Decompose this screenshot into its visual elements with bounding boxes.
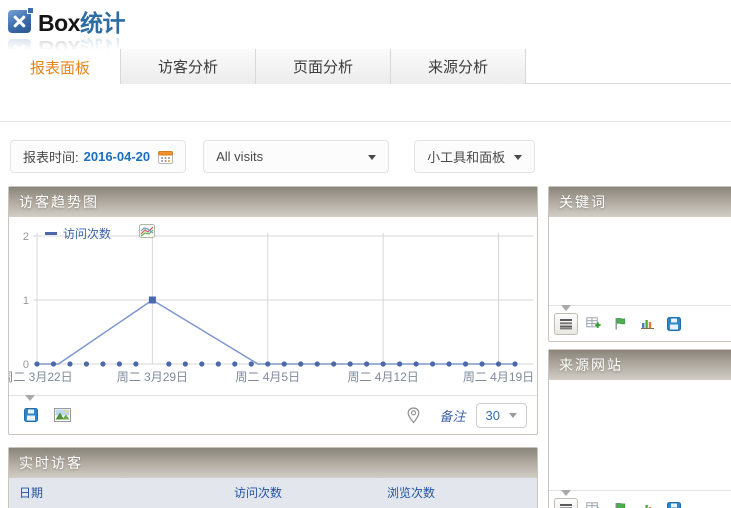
column-header-visits: 访问次数 [234,484,387,501]
tab-dashboard[interactable]: 报表面板 [0,49,120,85]
tab-visitors[interactable]: 访客分析 [120,49,255,84]
svg-text:周二 4月12日: 周二 4月12日 [347,370,418,384]
bar-chart-icon [640,502,655,508]
chevron-down-icon [368,155,376,164]
visitor-trend-svg[interactable]: 012周二 3月22日周二 3月29日周二 4月5日周二 4月12日周二 4月1… [9,217,537,395]
legend-line-swatch [45,232,57,235]
map-pin-icon [407,407,420,424]
widgets-and-dashboard-button[interactable]: 小工具和面板 [414,140,535,173]
svg-text:1: 1 [23,295,29,307]
svg-text:周二 3月22日: 周二 3月22日 [9,370,73,384]
widget-keywords: 关键词 [548,186,731,342]
dashboard-grid: 访客趋势图 访问次数 [0,186,731,508]
widgets-button-label: 小工具和面板 [427,147,505,166]
date-value: 2016-04-20 [84,149,151,164]
keywords-body [549,217,731,305]
collapse-triangle-icon[interactable] [561,305,571,316]
referrers-body [549,380,731,490]
column-header-pageviews: 浏览次数 [387,484,435,501]
date-label: 报表时间: [23,147,79,166]
collapse-triangle-icon[interactable] [561,490,571,501]
chart-legend: 访问次数 [45,224,156,242]
view-bar-chart-button[interactable] [635,313,659,335]
floppy-disk-icon [24,408,38,422]
export-data-button[interactable] [662,498,686,508]
segment-value: All visits [216,149,263,164]
annotations-label[interactable]: 备注 [440,406,466,425]
svg-text:周二 4月5日: 周二 4月5日 [235,370,300,384]
referrers-header[interactable]: 来源网站 [549,350,731,380]
rows-limit-select[interactable]: 30 [476,403,527,428]
tab-referrers[interactable]: 来源分析 [390,49,526,84]
sub-header-band [0,84,731,122]
rows-limit-value: 30 [486,408,500,423]
realtime-header[interactable]: 实时访客 [9,448,537,478]
svg-text:2: 2 [23,231,29,243]
referrers-footer [549,490,731,508]
dashboard-column-left: 访客趋势图 访问次数 [8,186,538,508]
list-icon [559,318,573,330]
app-title: Box统计 [38,4,125,38]
export-image-button[interactable] [50,404,74,426]
annotations-button[interactable] [402,404,426,426]
floppy-disk-icon [667,317,681,331]
view-all-columns-button[interactable] [581,498,605,508]
logo-corner-square [27,7,34,14]
collapse-triangle-icon[interactable] [25,395,35,406]
export-data-button[interactable] [19,404,43,426]
flag-icon [614,317,627,330]
main-nav-tabs: 报表面板 访客分析 页面分析 来源分析 [0,49,731,84]
app-logo[interactable]: Box统计 [8,6,731,36]
goals-button[interactable] [608,498,632,508]
widget-visitor-trend: 访客趋势图 访问次数 [8,186,538,435]
dashboard-column-right: 关键词 [548,186,731,508]
table-add-icon [586,502,601,508]
logo-reflection: Box统计 [8,36,731,49]
legend-series-label: 访问次数 [63,225,111,242]
logo-chart-x-icon [8,10,31,33]
calendar-icon [158,150,173,164]
goals-button[interactable] [608,313,632,335]
widget-realtime-visitors: 实时访客 日期 访问次数 浏览次数 [8,447,538,508]
column-header-date: 日期 [19,484,234,501]
realtime-table-header: 日期 访问次数 浏览次数 [9,478,537,508]
visitor-trend-footer: 备注 30 [9,395,537,434]
dashboard-page: Box统计 Box统计 报表面板 访客分析 页面分析 来源分析 报表时间: 20… [0,0,731,508]
view-all-columns-button[interactable] [581,313,605,335]
list-icon [559,503,573,508]
bar-chart-icon [640,317,655,330]
svg-text:周二 4月19日: 周二 4月19日 [463,370,534,384]
visitor-trend-body: 访问次数 012周二 3月22日周二 3月29日周二 4月5日周二 4月12日周… [9,217,537,395]
chevron-down-icon [514,155,522,164]
visitor-trend-header[interactable]: 访客趋势图 [9,187,537,217]
chevron-down-icon [509,413,517,422]
table-add-icon [586,317,601,330]
image-icon [54,408,71,422]
segment-selector[interactable]: All visits [203,140,389,173]
floppy-disk-icon [667,502,681,508]
app-header: Box统计 Box统计 [0,0,731,49]
keywords-footer [549,305,731,341]
widget-referrer-websites: 来源网站 [548,349,731,508]
date-range-button[interactable]: 报表时间: 2016-04-20 [10,140,186,173]
flag-icon [614,502,627,508]
svg-text:周二 3月29日: 周二 3月29日 [117,370,188,384]
tab-pages[interactable]: 页面分析 [255,49,390,84]
keywords-header[interactable]: 关键词 [549,187,731,217]
metrics-picker-icon[interactable] [139,224,156,242]
export-data-button[interactable] [662,313,686,335]
report-toolbar: 报表时间: 2016-04-20 All visits 小工具和面板 [0,122,731,186]
view-bar-chart-button[interactable] [635,498,659,508]
